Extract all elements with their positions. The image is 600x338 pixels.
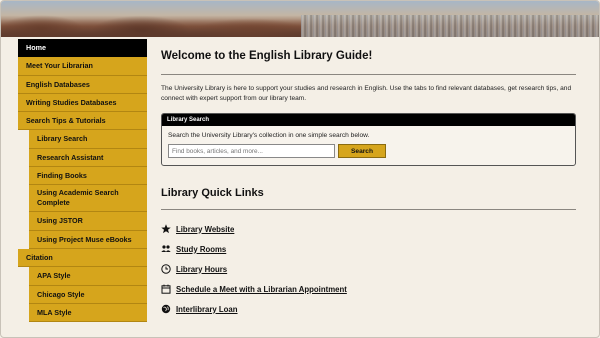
sidebar-item-finding-books[interactable]: Finding Books bbox=[29, 167, 147, 186]
library-search-row: Search bbox=[168, 144, 569, 158]
sidebar-item-search-tips[interactable]: Search Tips & Tutorials bbox=[18, 112, 147, 131]
sidebar-item-citation[interactable]: Citation bbox=[18, 248, 147, 268]
star-icon bbox=[161, 224, 171, 234]
users-icon bbox=[161, 244, 171, 254]
search-input[interactable] bbox=[168, 144, 335, 158]
quick-link-label: Library Website bbox=[176, 224, 235, 234]
quick-link-library-website[interactable]: Library Website bbox=[161, 219, 576, 239]
banner-cityscape bbox=[301, 15, 599, 37]
quick-link-label: Interlibrary Loan bbox=[176, 304, 238, 314]
sidebar-item-writing-studies-databases[interactable]: Writing Studies Databases bbox=[18, 93, 147, 113]
globe-icon bbox=[161, 304, 171, 314]
page-title: Welcome to the English Library Guide! bbox=[161, 50, 373, 62]
quick-link-study-rooms[interactable]: Study Rooms bbox=[161, 239, 576, 259]
sidebar-item-meet-your-librarian[interactable]: Meet Your Librarian bbox=[18, 57, 147, 76]
sidebar-nav: Home Meet Your Librarian English Databas… bbox=[18, 39, 147, 323]
quick-links-divider bbox=[161, 209, 576, 210]
quick-links-title: Library Quick Links bbox=[161, 187, 264, 199]
sidebar-item-chicago-style[interactable]: Chicago Style bbox=[29, 285, 147, 304]
sidebar-item-english-databases[interactable]: English Databases bbox=[18, 75, 147, 94]
sidebar-item-apa-style[interactable]: APA Style bbox=[29, 267, 147, 286]
title-divider bbox=[161, 74, 576, 75]
sidebar-item-library-search[interactable]: Library Search bbox=[29, 130, 147, 149]
quick-link-library-hours[interactable]: Library Hours bbox=[161, 259, 576, 279]
clock-icon bbox=[161, 264, 171, 274]
sidebar-item-mla-style[interactable]: MLA Style bbox=[29, 303, 147, 323]
quick-link-label: Library Hours bbox=[176, 264, 228, 274]
sidebar-item-jstor[interactable]: Using JSTOR bbox=[29, 212, 147, 231]
sidebar-item-home[interactable]: Home bbox=[18, 39, 147, 58]
header-banner-image bbox=[1, 1, 599, 37]
library-search-header: Library Search bbox=[162, 114, 575, 126]
quick-links-list: Library Website Study Rooms Library Hour… bbox=[161, 219, 576, 319]
library-search-description: Search the University Library's collecti… bbox=[168, 132, 370, 139]
quick-link-interlibrary-loan[interactable]: Interlibrary Loan bbox=[161, 299, 576, 319]
sidebar-item-research-assistant[interactable]: Research Assistant bbox=[29, 148, 147, 168]
library-search-body: Search the University Library's collecti… bbox=[162, 126, 575, 165]
sidebar-item-academic-search-complete[interactable]: Using Academic Search Complete bbox=[29, 185, 147, 213]
main-content: Welcome to the English Library Guide! Th… bbox=[161, 39, 576, 319]
library-search-box: Library Search Search the University Lib… bbox=[161, 113, 576, 166]
quick-link-schedule-librarian[interactable]: Schedule a Meet with a Librarian Appoint… bbox=[161, 279, 576, 299]
quick-link-label: Study Rooms bbox=[176, 244, 227, 254]
search-button[interactable]: Search bbox=[338, 144, 386, 158]
calendar-icon bbox=[161, 284, 171, 294]
intro-text: The University Library is here to suppor… bbox=[161, 85, 572, 102]
quick-link-label: Schedule a Meet with a Librarian Appoint… bbox=[176, 284, 347, 294]
page-frame: Home Meet Your Librarian English Databas… bbox=[0, 0, 600, 338]
sidebar-item-project-muse[interactable]: Using Project Muse eBooks bbox=[29, 230, 147, 249]
